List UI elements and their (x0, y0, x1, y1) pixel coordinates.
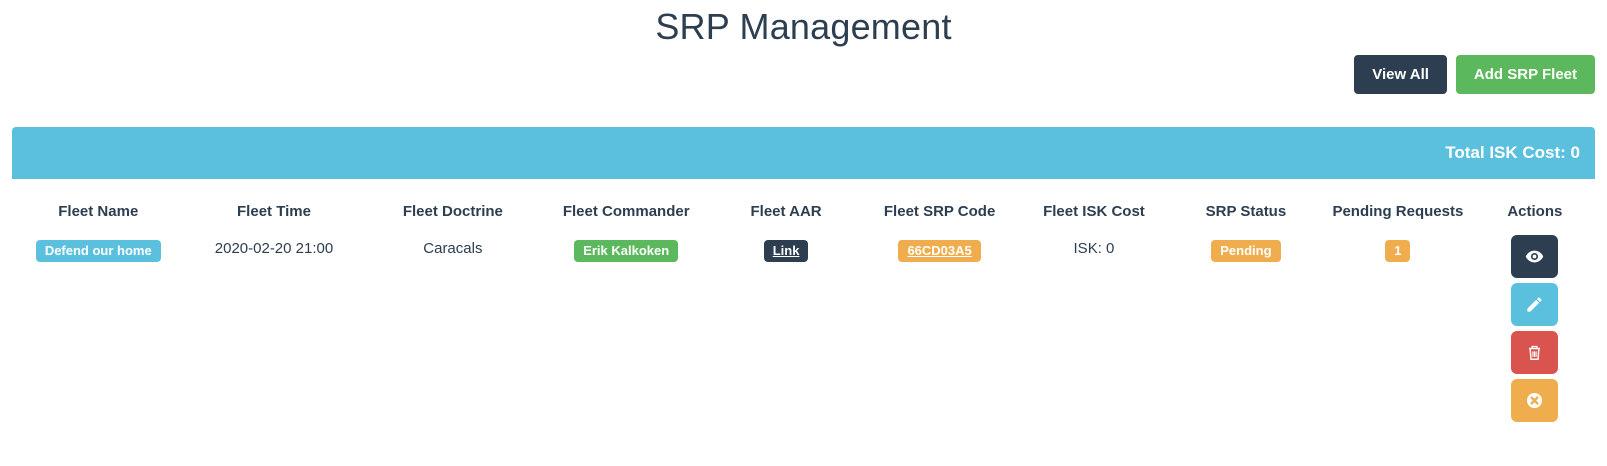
fleet-isk-cost-value: ISK: 0 (1017, 228, 1171, 430)
column-header-pending-requests: Pending Requests (1321, 195, 1475, 228)
trash-icon (1525, 343, 1544, 362)
page-title: SRP Management (12, 0, 1595, 48)
fleet-time-value: 2020-02-20 21:00 (185, 228, 364, 430)
add-srp-fleet-button[interactable]: Add SRP Fleet (1456, 55, 1595, 94)
fleet-commander-badge: Erik Kalkoken (574, 240, 678, 262)
circle-x-icon (1525, 391, 1544, 410)
view-fleet-button[interactable] (1511, 235, 1558, 278)
srp-management-page: SRP Management View All Add SRP Fleet To… (0, 0, 1607, 430)
column-header-fleet-doctrine: Fleet Doctrine (363, 195, 542, 228)
disable-fleet-button[interactable] (1511, 379, 1558, 422)
column-header-fleet-name: Fleet Name (12, 195, 185, 228)
row-actions (1479, 235, 1591, 422)
view-all-button[interactable]: View All (1354, 55, 1447, 94)
srp-fleet-table: Fleet Name Fleet Time Fleet Doctrine Fle… (12, 195, 1595, 430)
fleet-doctrine-value: Caracals (363, 228, 542, 430)
fleet-name-badge: Defend our home (36, 240, 161, 262)
column-header-fleet-isk-cost: Fleet ISK Cost (1017, 195, 1171, 228)
delete-fleet-button[interactable] (1511, 331, 1558, 374)
table-row: Defend our home 2020-02-20 21:00 Caracal… (12, 228, 1595, 430)
eye-icon (1525, 247, 1544, 266)
fleet-aar-link[interactable]: Link (764, 240, 809, 262)
total-isk-cost-label: Total ISK Cost: 0 (1445, 143, 1580, 163)
table-header-row: Fleet Name Fleet Time Fleet Doctrine Fle… (12, 195, 1595, 228)
toolbar: View All Add SRP Fleet (12, 55, 1595, 94)
pencil-icon (1525, 295, 1544, 314)
column-header-fleet-srp-code: Fleet SRP Code (862, 195, 1017, 228)
column-header-fleet-commander: Fleet Commander (542, 195, 710, 228)
fleet-srp-code-link[interactable]: 66CD03A5 (898, 240, 980, 262)
pending-requests-badge: 1 (1385, 240, 1410, 262)
column-header-fleet-time: Fleet Time (185, 195, 364, 228)
edit-fleet-button[interactable] (1511, 283, 1558, 326)
column-header-srp-status: SRP Status (1171, 195, 1321, 228)
column-header-actions: Actions (1475, 195, 1595, 228)
srp-status-badge: Pending (1211, 240, 1280, 262)
total-isk-cost-banner: Total ISK Cost: 0 (12, 127, 1595, 179)
column-header-fleet-aar: Fleet AAR (710, 195, 862, 228)
